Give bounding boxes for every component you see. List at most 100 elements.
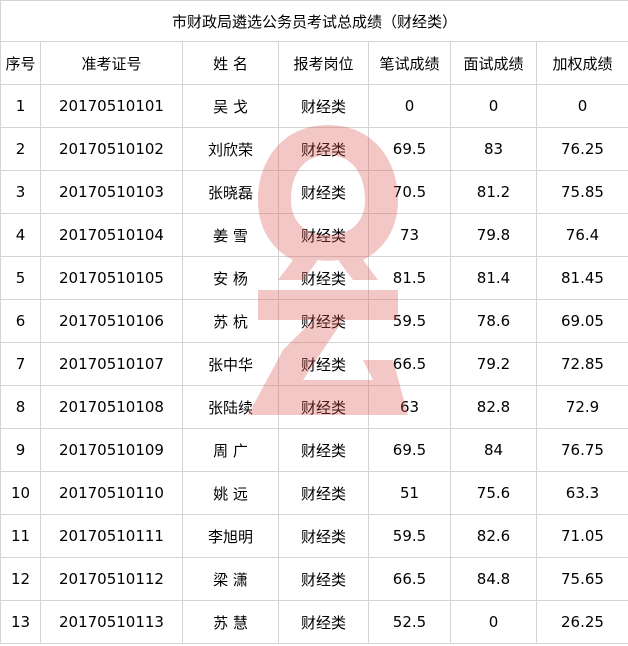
table-cell: 20170510112 (40, 557, 183, 601)
table-cell: 20170510106 (40, 299, 183, 343)
table-cell: 刘欣荣 (182, 127, 279, 171)
table-cell: 20170510111 (40, 514, 183, 558)
table-row: 2 20170510102 刘欣荣 财经类 69.5 83 76.25 (0, 127, 628, 171)
table-row: 11 20170510111 李旭明 财经类 59.5 82.6 71.05 (0, 514, 628, 558)
table-cell: 20170510104 (40, 213, 183, 257)
score-table: 市财政局遴选公务员考试总成绩（财经类） 序号 准考证号 姓 名 报考岗位 笔试成… (0, 0, 628, 644)
table-cell: 76.4 (536, 213, 628, 257)
table-cell: 12 (0, 557, 41, 601)
table-cell: 72.9 (536, 385, 628, 429)
table-cell: 73 (368, 213, 451, 257)
table-cell: 财经类 (278, 127, 369, 171)
table-cell: 11 (0, 514, 41, 558)
table-cell: 张中华 (182, 342, 279, 386)
table-cell: 20170510109 (40, 428, 183, 472)
header-cell: 报考岗位 (278, 41, 369, 85)
table-cell: 75.85 (536, 170, 628, 214)
table-cell: 3 (0, 170, 41, 214)
table-cell: 0 (450, 600, 537, 644)
table-cell: 69.5 (368, 127, 451, 171)
table-cell: 75.6 (450, 471, 537, 515)
table-cell: 5 (0, 256, 41, 300)
table-cell: 13 (0, 600, 41, 644)
table-cell: 苏 慧 (182, 600, 279, 644)
table-cell: 66.5 (368, 342, 451, 386)
table-cell: 4 (0, 213, 41, 257)
header-cell: 加权成绩 (536, 41, 628, 85)
title-row: 市财政局遴选公务员考试总成绩（财经类） (0, 0, 628, 42)
table-cell: 姜 雪 (182, 213, 279, 257)
table-cell: 财经类 (278, 256, 369, 300)
table-cell: 71.05 (536, 514, 628, 558)
table-cell: 69.5 (368, 428, 451, 472)
table-cell: 财经类 (278, 385, 369, 429)
table-cell: 财经类 (278, 600, 369, 644)
table-cell: 7 (0, 342, 41, 386)
table-row: 8 20170510108 张陆续 财经类 63 82.8 72.9 (0, 385, 628, 429)
table-cell: 安 杨 (182, 256, 279, 300)
table-cell: 财经类 (278, 471, 369, 515)
table-cell: 周 广 (182, 428, 279, 472)
table-cell: 20170510103 (40, 170, 183, 214)
table-row: 5 20170510105 安 杨财经类 81.5 81.4 81.45 (0, 256, 628, 300)
table-cell: 81.45 (536, 256, 628, 300)
table-cell: 张陆续 (182, 385, 279, 429)
table-cell: 姚 远 (182, 471, 279, 515)
table-row: 12 20170510112 梁 潇财经类 66.5 84.8 75.65 (0, 557, 628, 601)
table-cell: 84 (450, 428, 537, 472)
table-cell: 20170510110 (40, 471, 183, 515)
table-cell: 75.65 (536, 557, 628, 601)
header-row: 序号 准考证号 姓 名 报考岗位 笔试成绩 面试成绩 加权成绩 (0, 41, 628, 85)
header-cell: 序号 (0, 41, 41, 85)
table-cell: 财经类 (278, 299, 369, 343)
table-row: 1 20170510101 吴 戈财经类 0 0 0 (0, 84, 628, 128)
table-cell: 20170510108 (40, 385, 183, 429)
header-cell: 准考证号 (40, 41, 183, 85)
table-cell: 52.5 (368, 600, 451, 644)
table-cell: 66.5 (368, 557, 451, 601)
table-row: 6 20170510106 苏 杭财经类 59.5 78.6 69.05 (0, 299, 628, 343)
table-cell: 苏 杭 (182, 299, 279, 343)
table-cell: 20170510107 (40, 342, 183, 386)
table-cell: 财经类 (278, 428, 369, 472)
table-cell: 70.5 (368, 170, 451, 214)
table-cell: 财经类 (278, 557, 369, 601)
table-title: 市财政局遴选公务员考试总成绩（财经类） (0, 0, 628, 42)
table-cell: 6 (0, 299, 41, 343)
table-cell: 9 (0, 428, 41, 472)
table-cell: 1 (0, 84, 41, 128)
table-cell: 79.2 (450, 342, 537, 386)
table-cell: 81.2 (450, 170, 537, 214)
table-cell: 财经类 (278, 514, 369, 558)
table-cell: 79.8 (450, 213, 537, 257)
table-cell: 81.5 (368, 256, 451, 300)
table-cell: 82.6 (450, 514, 537, 558)
table-cell: 63 (368, 385, 451, 429)
table-cell: 0 (368, 84, 451, 128)
table-cell: 20170510113 (40, 600, 183, 644)
table-cell: 8 (0, 385, 41, 429)
table-cell: 财经类 (278, 170, 369, 214)
table-cell: 72.85 (536, 342, 628, 386)
table-cell: 张晓磊 (182, 170, 279, 214)
table-cell: 财经类 (278, 342, 369, 386)
table-cell: 59.5 (368, 514, 451, 558)
table-row: 13 20170510113 苏 慧财经类 52.5 0 26.25 (0, 600, 628, 644)
table-cell: 梁 潇 (182, 557, 279, 601)
score-sheet: 市财政局遴选公务员考试总成绩（财经类） 序号 准考证号 姓 名 报考岗位 笔试成… (0, 0, 628, 646)
table-row: 7 20170510107 张中华 财经类 66.5 79.2 72.85 (0, 342, 628, 386)
table-cell: 0 (536, 84, 628, 128)
table-cell: 69.05 (536, 299, 628, 343)
table-cell: 51 (368, 471, 451, 515)
table-cell: 82.8 (450, 385, 537, 429)
table-row: 3 20170510103 张晓磊 财经类 70.5 81.2 75.85 (0, 170, 628, 214)
table-cell: 76.25 (536, 127, 628, 171)
table-cell: 76.75 (536, 428, 628, 472)
table-row: 4 20170510104 姜 雪财经类 73 79.8 76.4 (0, 213, 628, 257)
table-cell: 财经类 (278, 84, 369, 128)
header-cell: 笔试成绩 (368, 41, 451, 85)
table-cell: 20170510105 (40, 256, 183, 300)
table-cell: 财经类 (278, 213, 369, 257)
table-row: 9 20170510109 周 广财经类 69.5 84 76.75 (0, 428, 628, 472)
table-cell: 83 (450, 127, 537, 171)
